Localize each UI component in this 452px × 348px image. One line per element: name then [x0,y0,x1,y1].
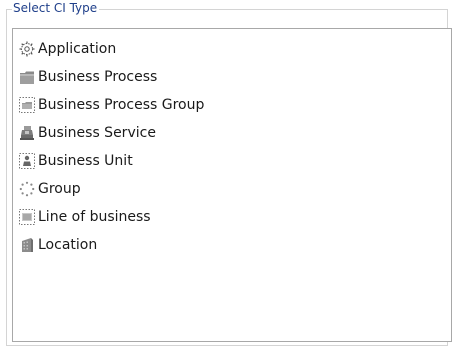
ci-type-label: Line of business [38,209,151,225]
business-unit-icon [19,153,35,169]
folder-icon [19,69,35,85]
group-legend: Select CI Type [12,1,100,16]
ci-type-label: Group [38,181,81,197]
ci-type-item-location[interactable]: Location [19,231,439,259]
building-icon [19,237,35,253]
ci-type-label: Business Unit [38,153,133,169]
group-icon [19,181,35,197]
ci-type-label: Business Process [38,69,158,85]
ci-type-label: Business Process Group [38,97,205,113]
folder-group-icon [19,97,35,113]
ci-type-item-business-process[interactable]: Business Process [19,63,439,91]
ci-type-item-application[interactable]: Application [19,35,439,63]
ci-type-item-business-service[interactable]: Business Service [19,119,439,147]
ci-type-label: Business Service [38,125,156,141]
ci-type-list[interactable]: Application Business Process Business Pr… [12,28,452,342]
ci-type-label: Location [38,237,98,253]
service-icon [19,125,35,141]
ci-type-label: Application [38,41,117,57]
ci-type-item-group[interactable]: Group [19,175,439,203]
ci-type-item-business-unit[interactable]: Business Unit [19,147,439,175]
ci-type-item-line-of-business[interactable]: Line of business [19,203,439,231]
gear-dotted-icon [19,41,35,57]
line-of-business-icon [19,209,35,225]
ci-type-item-business-process-group[interactable]: Business Process Group [19,91,439,119]
